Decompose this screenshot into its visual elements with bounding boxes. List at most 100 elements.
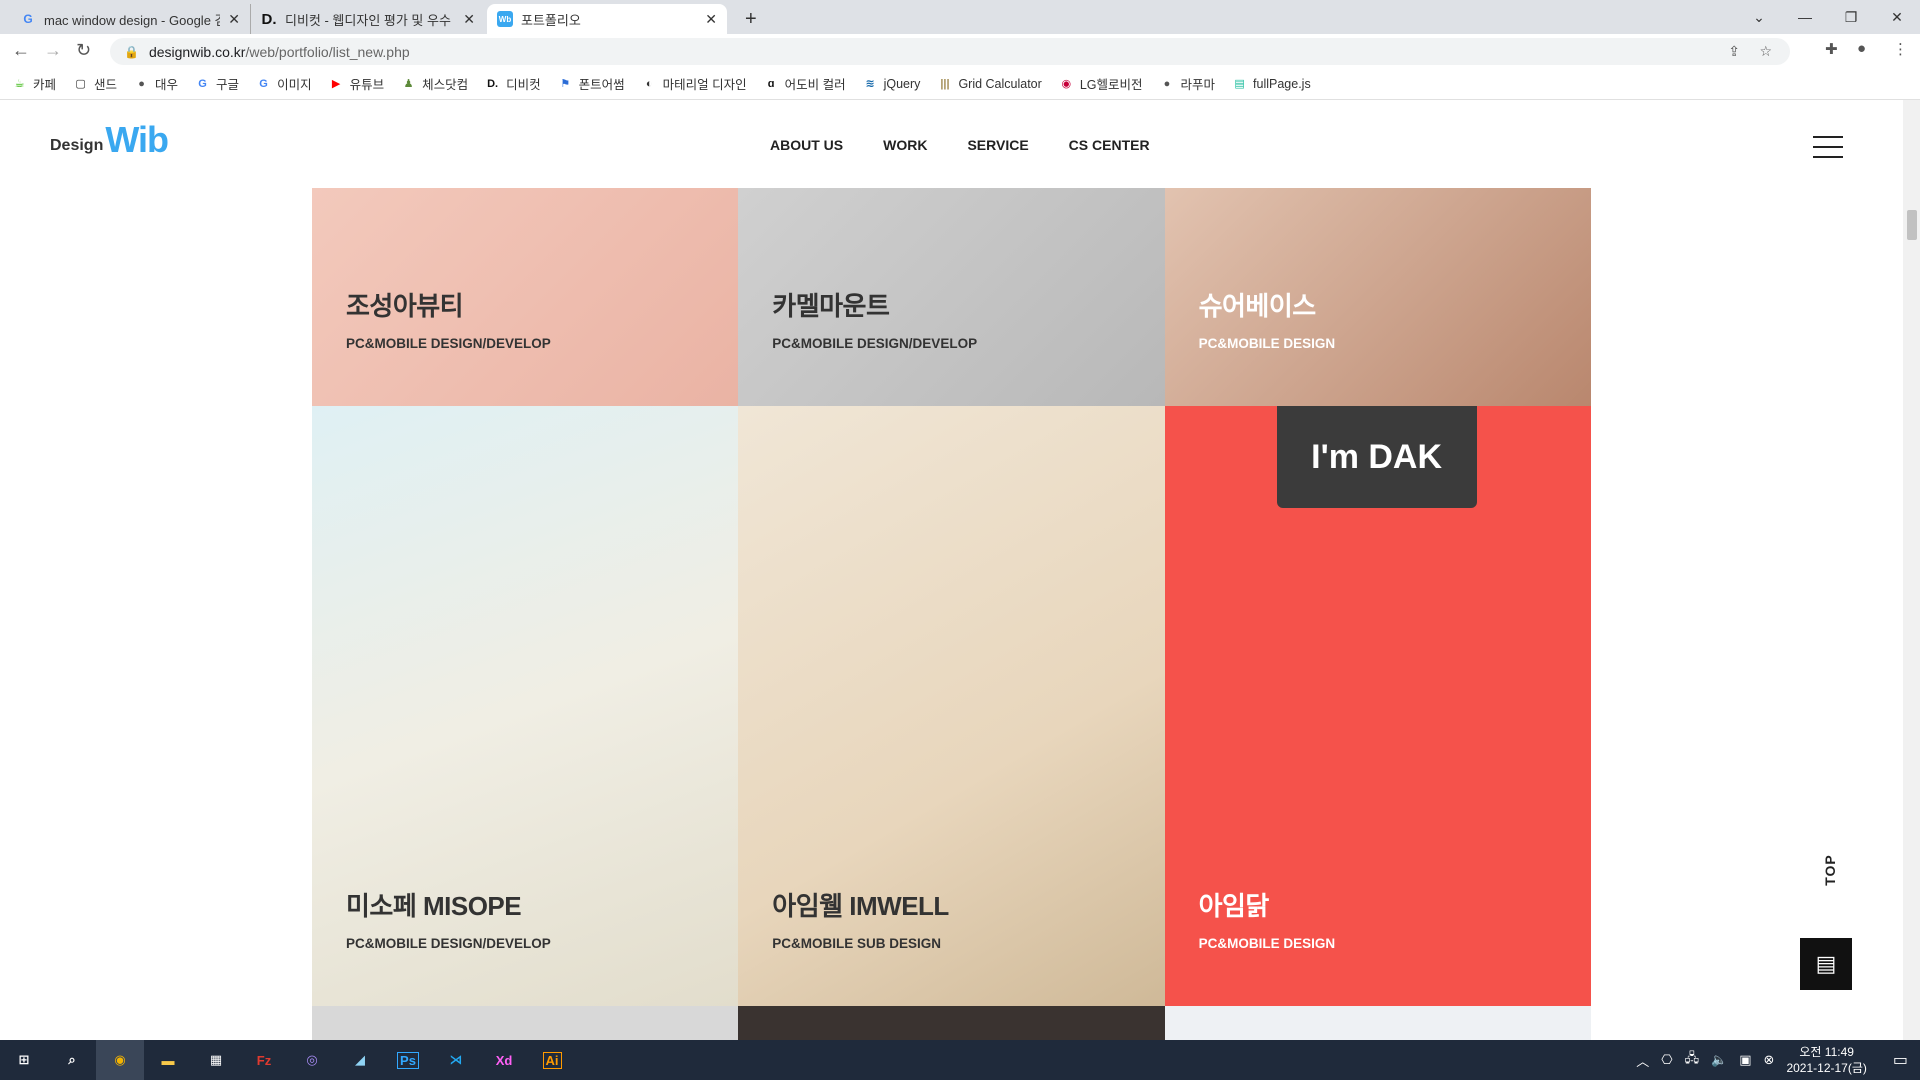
file-explorer-icon[interactable]: ▬ bbox=[144, 1040, 192, 1080]
google-icon: G bbox=[198, 77, 207, 90]
bookmark-10[interactable]: ɑ 어도비 컬러 bbox=[764, 74, 846, 93]
nav-cs-center[interactable]: CS CENTER bbox=[1069, 137, 1150, 153]
main-nav: ABOUT US WORK SERVICE CS CENTER bbox=[770, 137, 1150, 153]
clock[interactable]: 오전 11:49 2021-12-17(금) bbox=[1786, 1044, 1866, 1076]
chat-icon: ▤ bbox=[1815, 951, 1837, 976]
bookmark-3[interactable]: G 구글 bbox=[195, 74, 239, 93]
system-tray: ︿ ⎔ 🖧 🔈 ▣ ⊗ 오전 11:49 2021-12-17(금) ▭ bbox=[1636, 1040, 1920, 1080]
youtube-icon: ▶ bbox=[331, 78, 341, 90]
taskbar: ⊞ ⌕ ◉ ▬ ▦ Fz ◎ ◢ Ps ⋊ Xd Ai ︿ ⎔ 🖧 🔈 ▣ ⊗ … bbox=[0, 1040, 1920, 1080]
portfolio-card[interactable]: I'm DAK 아임닭 PC&MOBILE DESIGN bbox=[1164, 406, 1591, 1006]
chrome-icon[interactable]: ◉ bbox=[96, 1040, 144, 1080]
notepad-icon[interactable]: ◢ bbox=[336, 1040, 384, 1080]
bookmark-11[interactable]: ≋ jQuery bbox=[863, 76, 921, 91]
portfolio-card-partial[interactable] bbox=[312, 1006, 739, 1040]
close-icon[interactable]: ✕ bbox=[705, 11, 717, 28]
bookmark-4[interactable]: G 이미지 bbox=[256, 74, 311, 93]
grid-icon: ||| bbox=[940, 77, 950, 90]
scrollbar[interactable] bbox=[1903, 100, 1920, 1040]
card-subtitle: PC&MOBILE DESIGN/DEVELOP bbox=[346, 936, 551, 951]
imdak-logo: I'm DAK bbox=[1276, 406, 1477, 508]
tab-search-icon[interactable]: ⌄ bbox=[1736, 0, 1782, 34]
notification-icon[interactable]: ▭ bbox=[1893, 1050, 1908, 1070]
reload-icon[interactable]: ↻ bbox=[76, 40, 91, 61]
illustrator-icon[interactable]: Ai bbox=[528, 1040, 576, 1080]
back-icon[interactable]: ← bbox=[12, 40, 30, 61]
card-title: 아임웰 IMWELL bbox=[772, 891, 949, 921]
share-icon[interactable]: ⇪ bbox=[1728, 43, 1740, 60]
lg-icon: ◉ bbox=[1061, 78, 1072, 90]
menu-kebab-icon[interactable]: ⋮ bbox=[1893, 40, 1908, 58]
portfolio-card[interactable]: 카멜마운트 PC&MOBILE DESIGN/DEVELOP bbox=[738, 188, 1165, 406]
google-icon: G bbox=[23, 12, 33, 26]
bookmark-14[interactable]: ● 라푸마 bbox=[1160, 74, 1215, 93]
nav-service[interactable]: SERVICE bbox=[967, 137, 1028, 153]
volume-icon[interactable]: 🔈 bbox=[1711, 1052, 1727, 1068]
scroll-top-button[interactable]: TOP bbox=[1822, 854, 1838, 886]
scrollbar-thumb[interactable] bbox=[1907, 210, 1917, 240]
tab-strip: G mac window design - Google 검색 ✕ D. 디비컷… bbox=[0, 0, 1920, 34]
nav-about-us[interactable]: ABOUT US bbox=[770, 137, 843, 153]
url-input[interactable]: 🔒 designwib.co.kr/web/portfolio/list_new… bbox=[110, 38, 1790, 65]
close-icon[interactable]: ✕ bbox=[228, 11, 240, 28]
filezilla-icon[interactable]: Fz bbox=[240, 1040, 288, 1080]
calculator-icon[interactable]: ▦ bbox=[192, 1040, 240, 1080]
bookmark-12[interactable]: ||| Grid Calculator bbox=[937, 76, 1042, 91]
cafe-icon: ☕ bbox=[14, 78, 25, 90]
profile-icon[interactable]: ● bbox=[1857, 40, 1866, 57]
bookmark-7[interactable]: D. 디비컷 bbox=[485, 74, 541, 93]
bookmark-1[interactable]: ▢ 샌드 bbox=[73, 74, 117, 93]
card-title: 아임닭 bbox=[1198, 891, 1270, 921]
flag-icon: ⚑ bbox=[560, 78, 571, 90]
bookmark-15[interactable]: ▤ fullPage.js bbox=[1232, 76, 1310, 91]
dbcut-icon: D. bbox=[261, 10, 277, 28]
portfolio-card[interactable]: 아임웰 IMWELL PC&MOBILE SUB DESIGN bbox=[738, 406, 1165, 1006]
card-title: 카멜마운트 bbox=[772, 291, 890, 321]
display-icon[interactable]: ▣ bbox=[1739, 1052, 1751, 1068]
nav-work[interactable]: WORK bbox=[883, 137, 927, 153]
extensions-icon[interactable]: ✚ bbox=[1825, 40, 1838, 58]
tab-google-search[interactable]: G mac window design - Google 검색 ✕ bbox=[10, 4, 250, 34]
close-window-button[interactable]: ✕ bbox=[1874, 0, 1920, 34]
vscode-icon[interactable]: ⋊ bbox=[432, 1040, 480, 1080]
close-icon[interactable]: ✕ bbox=[463, 11, 475, 28]
search-icon[interactable]: ⌕ bbox=[48, 1040, 96, 1080]
minimize-button[interactable]: — bbox=[1782, 0, 1828, 34]
jquery-icon: ≋ bbox=[865, 78, 875, 90]
bookmark-13[interactable]: ◉ LG헬로비전 bbox=[1059, 74, 1143, 93]
network-icon[interactable]: 🖧 bbox=[1685, 1049, 1700, 1071]
github-icon[interactable]: ◎ bbox=[288, 1040, 336, 1080]
new-tab-button[interactable]: + bbox=[735, 4, 767, 34]
card-subtitle: PC&MOBILE DESIGN/DEVELOP bbox=[772, 336, 978, 351]
xd-icon[interactable]: Xd bbox=[480, 1040, 528, 1080]
portfolio-card[interactable]: 미소페 MISOPE PC&MOBILE DESIGN/DEVELOP bbox=[312, 406, 739, 1006]
restore-button[interactable]: ❐ bbox=[1828, 0, 1874, 34]
chat-button[interactable]: ▤ bbox=[1800, 938, 1852, 990]
bookmark-0[interactable]: ☕ 카페 bbox=[12, 74, 56, 93]
bookmark-star-icon[interactable]: ☆ bbox=[1759, 43, 1772, 60]
hamburger-menu-icon[interactable] bbox=[1813, 136, 1843, 158]
meet-icon[interactable]: ⎔ bbox=[1661, 1052, 1672, 1068]
globe-icon: ● bbox=[138, 77, 145, 90]
site-logo[interactable]: Design Wib bbox=[50, 122, 169, 158]
status-x-icon[interactable]: ⊗ bbox=[1764, 1052, 1775, 1068]
tab-portfolio[interactable]: Wb 포트폴리오 ✕ bbox=[487, 4, 727, 34]
windows-start-icon[interactable]: ⊞ bbox=[0, 1040, 48, 1080]
portfolio-card-partial[interactable] bbox=[738, 1006, 1165, 1040]
lock-icon: 🔒 bbox=[124, 44, 139, 59]
bookmark-8[interactable]: ⚑ 폰트어썸 bbox=[558, 74, 624, 93]
photoshop-icon[interactable]: Ps bbox=[384, 1040, 432, 1080]
bookmark-6[interactable]: ♟ 체스닷컴 bbox=[401, 74, 468, 93]
portfolio-card-partial[interactable] bbox=[1164, 1006, 1591, 1040]
google-icon: G bbox=[259, 77, 268, 90]
portfolio-card[interactable]: 조성아뷰티 PC&MOBILE DESIGN/DEVELOP bbox=[312, 188, 739, 406]
bookmarks-bar: ☕ 카페 ▢ 샌드 ● 대우 G 구글 G 이미지 ▶ 유튜브 ♟ 체스닷컴 D. 디비컷 ⚑ 폰트어썸 ◐ 마테리얼… bbox=[0, 68, 1920, 100]
chevron-up-icon[interactable]: ︿ bbox=[1636, 1051, 1649, 1070]
forward-icon[interactable]: → bbox=[44, 40, 62, 61]
tab-dbcut[interactable]: D. 디비컷 - 웹디자인 평가 및 우수 ✕ bbox=[250, 4, 485, 34]
portfolio-card[interactable]: 슈어베이스 PC&MOBILE DESIGN bbox=[1164, 188, 1591, 406]
card-subtitle: PC&MOBILE DESIGN/DEVELOP bbox=[346, 336, 551, 351]
bookmark-9[interactable]: ◐ 마테리얼 디자인 bbox=[642, 74, 747, 93]
bookmark-5[interactable]: ▶ 유튜브 bbox=[329, 74, 384, 93]
bookmark-2[interactable]: ● 대우 bbox=[134, 74, 178, 93]
